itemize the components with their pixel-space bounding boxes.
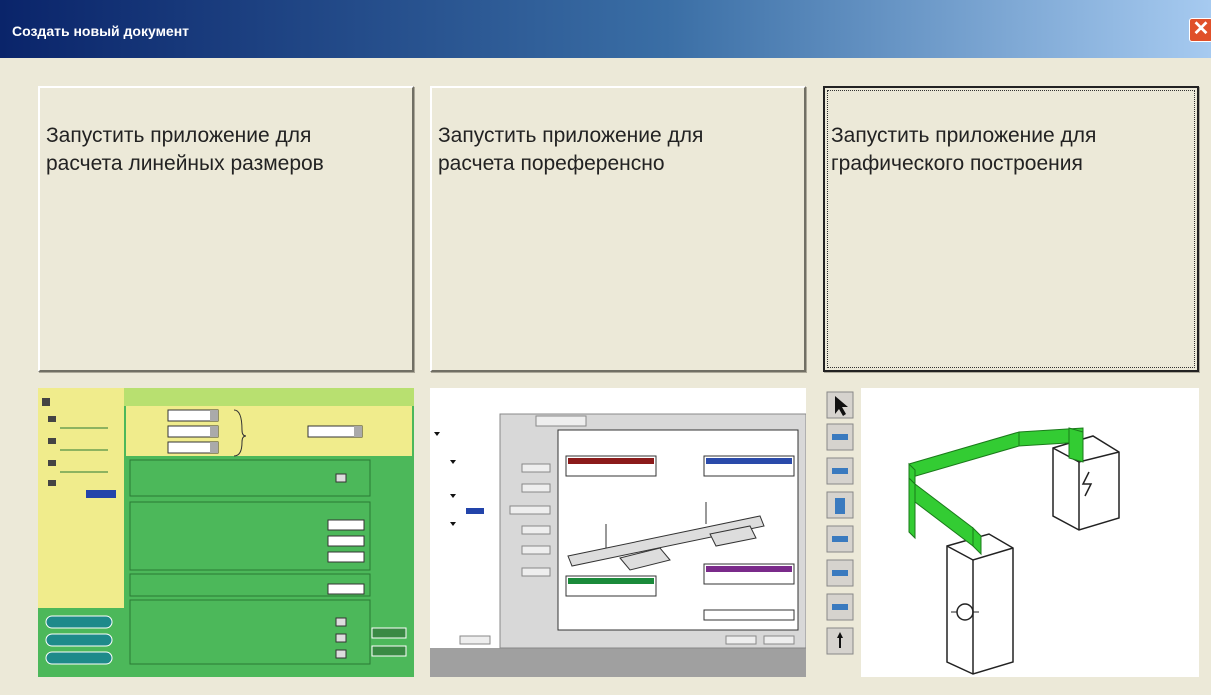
launch-linear-sizes-button[interactable]: Запустить приложение для расчета линейны… [38,86,414,372]
preview-form-app[interactable] [38,388,414,677]
create-document-dialog: Создать новый документ ✕ Запустить прило… [0,0,1211,695]
close-button[interactable]: ✕ [1189,18,1211,42]
button-label: Запустить приложение для расчета порефер… [438,124,704,175]
button-label: Запустить приложение для графического по… [831,124,1097,175]
launch-reference-button[interactable]: Запустить приложение для расчета порефер… [430,86,806,372]
form-app-thumbnail-icon [38,388,414,677]
duct-drawing-thumbnail-icon [823,388,1199,677]
close-icon: ✕ [1192,18,1210,40]
preview-duct-drawing[interactable] [823,388,1199,677]
window-title: Создать новый документ [12,23,190,39]
launch-graphic-button[interactable]: Запустить приложение для графического по… [823,86,1199,372]
title-bar[interactable]: Создать новый документ ✕ [0,0,1211,58]
button-label: Запустить приложение для расчета линейны… [46,124,324,175]
preview-pipeline[interactable] [430,388,806,677]
pipeline-diagram-thumbnail-icon [430,388,806,677]
